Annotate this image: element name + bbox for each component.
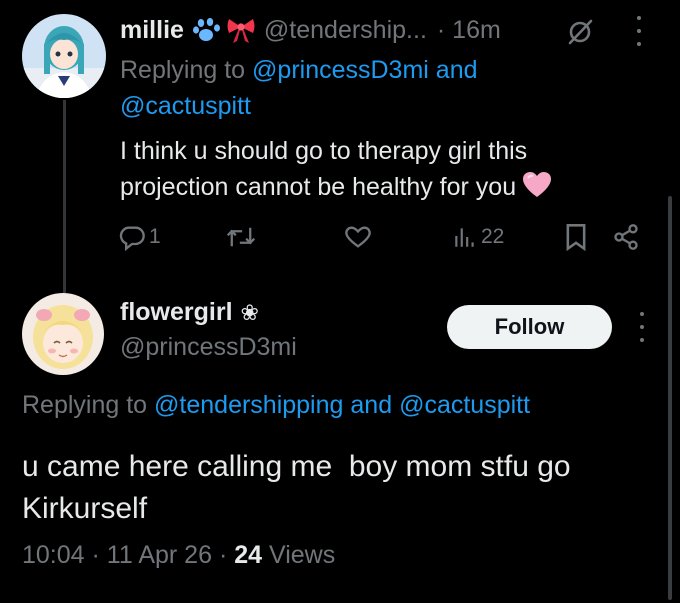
reply-button[interactable]: 1 xyxy=(118,223,161,251)
handle[interactable]: @princessD3mi xyxy=(120,333,297,362)
display-name-text[interactable]: flowergirl xyxy=(120,298,233,327)
tweet-meta: 10:04 · 11 Apr 26 · 24 Views xyxy=(22,541,335,570)
reply-icon xyxy=(119,226,145,251)
grok-icon[interactable] xyxy=(566,18,594,51)
tweet-header: millie @tendership... · 16m xyxy=(120,12,501,48)
replying-to-label: Replying to xyxy=(22,391,148,419)
replying-to: Replying to @tendershipping and @cactusp… xyxy=(22,391,530,420)
mention-and[interactable]: and xyxy=(350,391,392,419)
share-icon xyxy=(614,224,638,250)
tweet-actions: 1 22 xyxy=(118,223,648,253)
tweet-body: I think u should go to therapy girl this… xyxy=(120,137,528,201)
separator: · xyxy=(218,541,228,569)
display-name[interactable]: millie xyxy=(120,16,184,45)
scrollbar[interactable] xyxy=(668,196,672,600)
like-button[interactable] xyxy=(343,223,376,251)
separator: · xyxy=(91,541,100,569)
mention-link[interactable]: @princessD3mi xyxy=(252,56,429,84)
tweet-thread: millie @tendership... · 16m Replying to … xyxy=(0,0,680,603)
timestamp[interactable]: 10:04 xyxy=(22,541,85,569)
views-button[interactable]: 22 xyxy=(452,223,504,251)
bookmark-icon xyxy=(566,224,586,251)
reply-count: 1 xyxy=(149,225,161,248)
retweet-icon xyxy=(226,227,256,247)
like-icon xyxy=(345,226,371,248)
mention-link[interactable]: @tendershipping xyxy=(154,391,343,419)
views-label: Views xyxy=(268,541,336,569)
more-icon[interactable] xyxy=(632,16,646,46)
handle[interactable]: @tendership... xyxy=(264,16,427,45)
ribbon-emoji-icon xyxy=(226,16,256,44)
paw-emoji-icon xyxy=(192,17,222,43)
display-name[interactable]: flowergirl ❀ xyxy=(120,298,259,327)
mention-link[interactable]: @cactuspitt xyxy=(120,92,251,120)
tweet-text: I think u should go to therapy girl this… xyxy=(120,133,640,209)
replying-to: Replying to @princessD3mi and @cactuspit… xyxy=(120,52,550,124)
share-button[interactable] xyxy=(612,223,640,251)
views-count: 22 xyxy=(481,225,505,248)
date[interactable]: 11 Apr 26 xyxy=(107,541,212,569)
mention-and[interactable]: and xyxy=(436,56,478,84)
views-icon xyxy=(455,228,474,247)
avatar[interactable] xyxy=(22,14,106,98)
thread-line xyxy=(63,100,66,296)
timestamp[interactable]: · 16m xyxy=(437,16,501,45)
flower-symbol: ❀ xyxy=(240,299,259,325)
retweet-button[interactable] xyxy=(226,223,259,251)
views-count: 24 xyxy=(234,541,263,569)
mention-link[interactable]: @cactuspitt xyxy=(399,391,530,419)
bookmark-button[interactable] xyxy=(564,223,588,251)
avatar[interactable] xyxy=(22,293,104,375)
tweet-text: u came here calling me boy mom stfu go K… xyxy=(22,450,579,525)
heart-emoji-icon xyxy=(522,171,552,209)
replying-to-label: Replying to xyxy=(120,56,246,84)
follow-button[interactable]: Follow xyxy=(447,305,612,349)
more-icon[interactable] xyxy=(635,312,649,342)
